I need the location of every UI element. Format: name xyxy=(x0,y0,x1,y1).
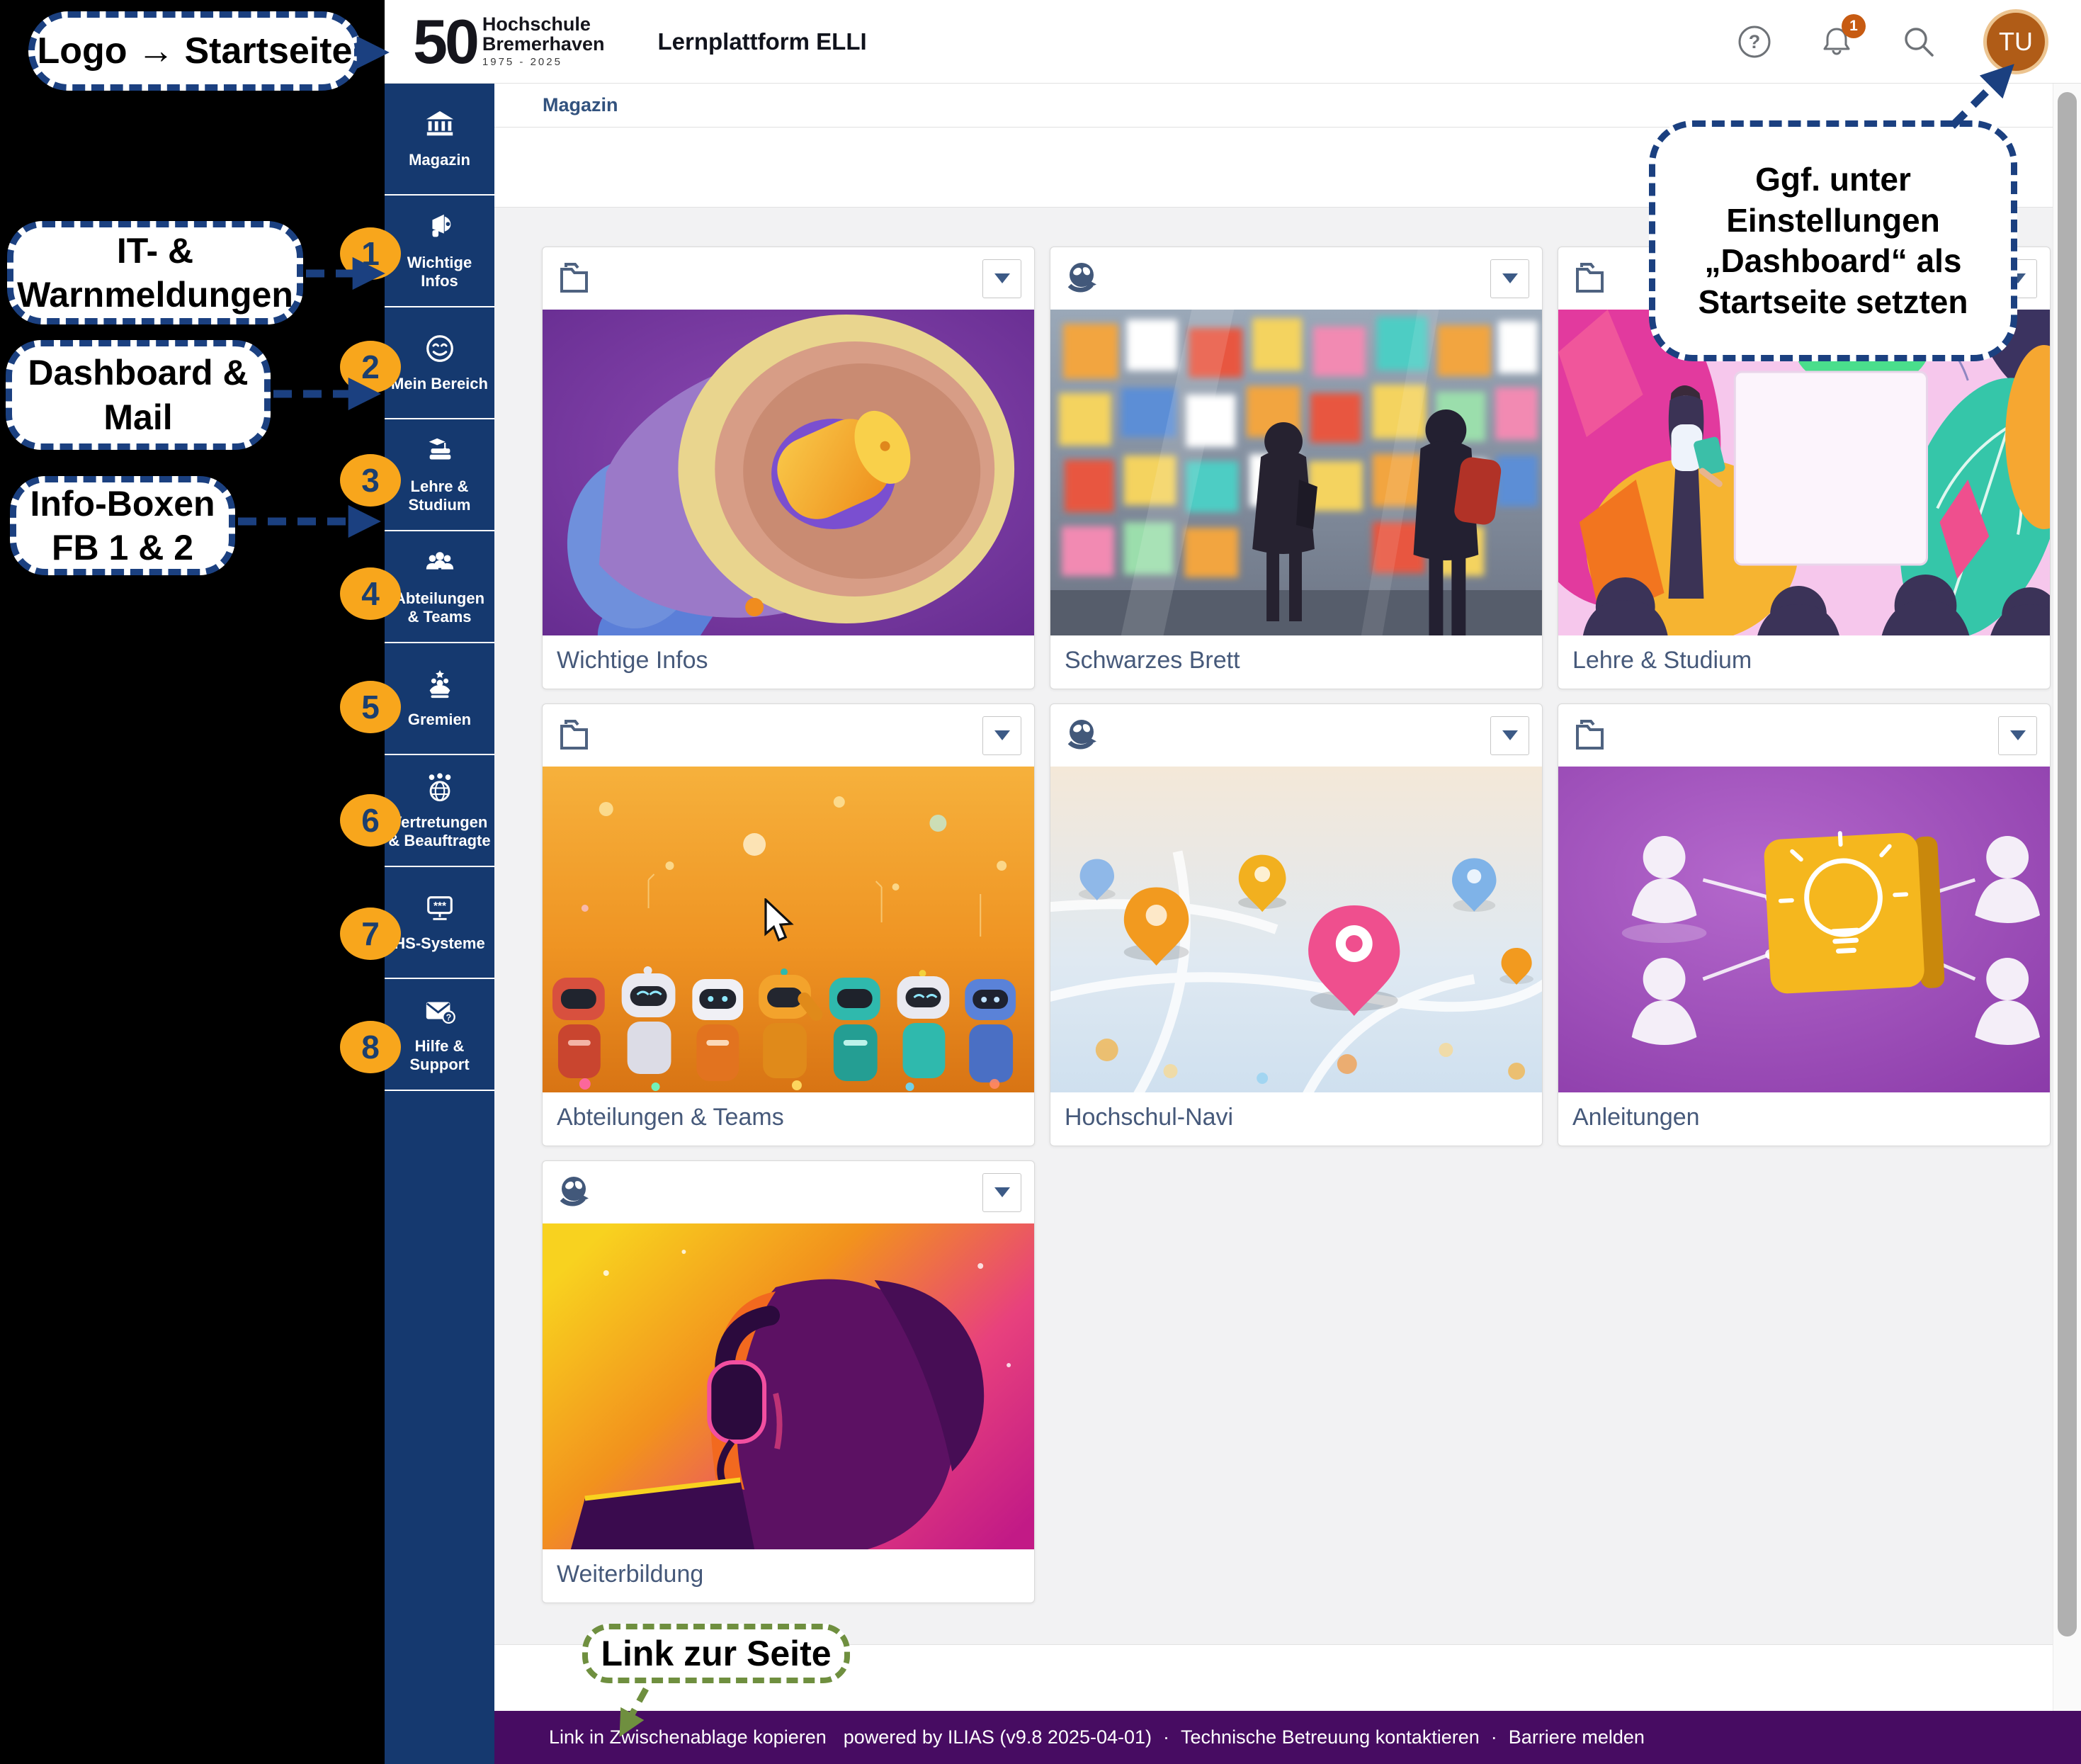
sidebar-item-mein-bereich[interactable]: Mein Bereich xyxy=(385,307,494,419)
sidebar-item-gremien[interactable]: Gremien xyxy=(385,643,494,755)
card-actions-dropdown[interactable] xyxy=(982,259,1021,298)
card-image-lightbulb-cube[interactable] xyxy=(1558,767,2050,1092)
sidebar-item-hilfe-support[interactable]: ? Hilfe & Support xyxy=(385,979,494,1091)
callout-link-zur-seite: Link zur Seite xyxy=(582,1624,850,1683)
help-icon[interactable]: ? xyxy=(1737,24,1772,60)
sidebar-item-hs-systeme[interactable]: *** HS-Systeme xyxy=(385,867,494,979)
card-image-map-pins[interactable] xyxy=(1050,767,1542,1092)
annotation-badge-1: 1 xyxy=(340,227,401,280)
user-avatar[interactable]: TU xyxy=(1983,9,2048,74)
svg-text:***: *** xyxy=(433,900,446,912)
card-title[interactable]: Abteilungen & Teams xyxy=(543,1092,1034,1131)
annotation-badge-4: 4 xyxy=(340,567,401,620)
card-abteilungen-teams: Abteilungen & Teams xyxy=(542,703,1035,1146)
card-weiterbildung: Weiterbildung xyxy=(542,1160,1035,1603)
committee-icon xyxy=(424,668,456,704)
footer-bar: Link in Zwischenablage kopieren powered … xyxy=(494,1711,2081,1764)
top-header: 50 Hochschule Bremerhaven 1975 - 2025 Le… xyxy=(385,0,2081,84)
main-sidebar: Magazin Wichtige Infos Mein Bereich Lehr… xyxy=(385,84,494,1764)
footer-powered-by[interactable]: powered by ILIAS (v9.8 2025-04-01) xyxy=(844,1726,1152,1748)
chevron-down-icon xyxy=(994,730,1010,740)
callout-logo-startseite: Logo → Startseite xyxy=(28,11,361,91)
globe-people-icon xyxy=(424,771,456,807)
folder-icon xyxy=(1571,260,1608,297)
card-image-headphones-person[interactable] xyxy=(543,1223,1034,1549)
card-actions-dropdown[interactable] xyxy=(1998,716,2037,755)
chevron-down-icon xyxy=(1502,273,1518,283)
chevron-down-icon xyxy=(2010,730,2026,740)
card-actions-dropdown[interactable] xyxy=(1490,716,1529,755)
bank-icon xyxy=(424,108,456,145)
notification-count-badge: 1 xyxy=(1842,14,1866,38)
card-actions-dropdown[interactable] xyxy=(982,1173,1021,1212)
card-grid: Wichtige Infos xyxy=(542,247,2051,1603)
annotation-badge-2: 2 xyxy=(340,341,401,393)
weblink-icon xyxy=(1063,717,1100,754)
logo-line2: Bremerhaven xyxy=(482,35,605,55)
annotation-badge-5: 5 xyxy=(340,681,401,733)
footer-dot: · xyxy=(1491,1726,1497,1748)
megaphone-icon xyxy=(424,211,456,247)
search-icon[interactable] xyxy=(1901,24,1937,60)
folder-icon xyxy=(555,717,592,754)
card-title[interactable]: Wichtige Infos xyxy=(543,635,1034,674)
card-title[interactable]: Hochschul-Navi xyxy=(1050,1092,1542,1131)
svg-text:?: ? xyxy=(446,1012,451,1022)
footer-copy-link[interactable]: Link in Zwischenablage kopieren xyxy=(549,1726,827,1748)
logo-line1: Hochschule xyxy=(482,15,605,35)
books-icon xyxy=(424,435,456,471)
screen: 50 Hochschule Bremerhaven 1975 - 2025 Le… xyxy=(0,0,2081,1764)
smiley-icon xyxy=(424,332,456,368)
card-title[interactable]: Weiterbildung xyxy=(543,1549,1034,1588)
callout-dashboard-mail: Dashboard & Mail xyxy=(6,340,271,450)
page-title: Lernplattform ELLI xyxy=(657,28,866,55)
scrollbar-track[interactable] xyxy=(2053,84,2081,1711)
footer-support-link[interactable]: Technische Betreuung kontaktieren xyxy=(1181,1726,1480,1748)
sidebar-item-lehre-studium[interactable]: Lehre & Studium xyxy=(385,419,494,531)
annotation-badge-8: 8 xyxy=(340,1021,401,1073)
mail-help-icon: ? xyxy=(424,995,456,1031)
card-image-robots[interactable] xyxy=(543,767,1034,1092)
annotation-badge-7: 7 xyxy=(340,908,401,960)
monitor-icon: *** xyxy=(424,892,456,928)
scrollbar-thumb[interactable] xyxy=(2058,92,2077,1636)
footer-dot: · xyxy=(1163,1726,1169,1748)
card-image-sticky-notes[interactable] xyxy=(1050,310,1542,635)
card-title[interactable]: Anleitungen xyxy=(1558,1092,2050,1131)
weblink-icon xyxy=(1063,260,1100,297)
sidebar-item-wichtige-infos[interactable]: Wichtige Infos xyxy=(385,196,494,307)
logo-50: 50 xyxy=(413,11,477,73)
chevron-down-icon xyxy=(994,273,1010,283)
footer-barrier-link[interactable]: Barriere melden xyxy=(1509,1726,1645,1748)
card-image-megaphone[interactable] xyxy=(543,310,1034,635)
hochschule-bremerhaven-logo[interactable]: 50 Hochschule Bremerhaven 1975 - 2025 xyxy=(413,11,604,73)
card-schwarzes-brett: Schwarzes Brett xyxy=(1050,247,1543,689)
people-icon xyxy=(424,547,456,583)
callout-info-boxen: Info-Boxen FB 1 & 2 xyxy=(10,476,235,575)
annotation-badge-6: 6 xyxy=(340,794,401,847)
sidebar-item-magazin[interactable]: Magazin xyxy=(385,84,494,196)
card-hochschul-navi: Hochschul-Navi xyxy=(1050,703,1543,1146)
sidebar-item-vertretungen[interactable]: Vertretungen & Beauftragte xyxy=(385,755,494,867)
weblink-icon xyxy=(555,1174,592,1211)
card-title[interactable]: Lehre & Studium xyxy=(1558,635,2050,674)
sidebar-item-abteilungen-teams[interactable]: Abteilungen & Teams xyxy=(385,531,494,643)
svg-text:?: ? xyxy=(1749,31,1761,52)
callout-settings-dashboard: Ggf. unter Einstellungen „Dashboard“ als… xyxy=(1649,120,2017,361)
card-title[interactable]: Schwarzes Brett xyxy=(1050,635,1542,674)
folder-icon xyxy=(1571,717,1608,754)
breadcrumb-magazin[interactable]: Magazin xyxy=(543,94,618,116)
card-actions-dropdown[interactable] xyxy=(982,716,1021,755)
card-wichtige-infos: Wichtige Infos xyxy=(542,247,1035,689)
card-anleitungen: Anleitungen xyxy=(1558,703,2051,1146)
folder-icon xyxy=(555,260,592,297)
callout-it-warnmeldungen: IT- & Warnmeldungen xyxy=(7,221,303,324)
card-actions-dropdown[interactable] xyxy=(1490,259,1529,298)
notifications-bell-icon[interactable]: 1 xyxy=(1819,24,1854,60)
logo-years: 1975 - 2025 xyxy=(482,57,605,67)
chevron-down-icon xyxy=(994,1187,1010,1197)
annotation-badge-3: 3 xyxy=(340,454,401,507)
chevron-down-icon xyxy=(1502,730,1518,740)
